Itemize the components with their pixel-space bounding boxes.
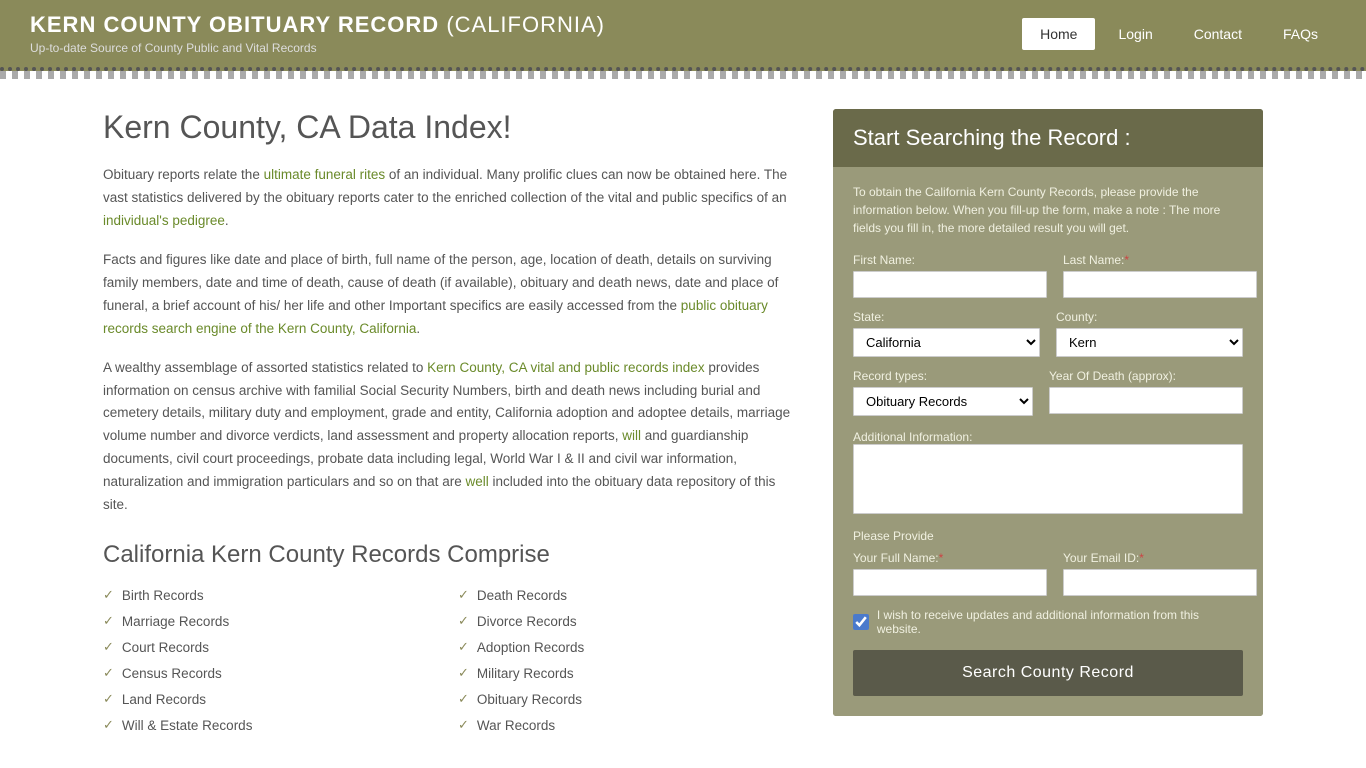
list-item: ✓Land Records: [103, 689, 438, 709]
list-item: ✓Death Records: [458, 585, 793, 605]
check-icon: ✓: [458, 691, 469, 707]
search-form-box: Start Searching the Record : To obtain t…: [833, 109, 1263, 716]
list-item: ✓ Obituary Records: [458, 689, 793, 709]
last-name-group: Last Name:*: [1063, 253, 1257, 298]
check-icon: ✓: [458, 665, 469, 681]
check-icon: ✓: [458, 717, 469, 733]
last-name-label: Last Name:*: [1063, 253, 1257, 267]
first-name-label: First Name:: [853, 253, 1047, 267]
intro-para2: Facts and figures like date and place of…: [103, 249, 793, 341]
section-title: California Kern County Records Comprise: [103, 541, 793, 569]
list-item: ✓Military Records: [458, 663, 793, 683]
contact-row: Your Full Name:* Your Email ID:*: [853, 551, 1243, 596]
header-branding: KERN COUNTY OBITUARY RECORD (CALIFORNIA)…: [30, 12, 605, 55]
search-form-header: Start Searching the Record :: [833, 109, 1263, 167]
search-form-title: Start Searching the Record :: [853, 125, 1243, 151]
email-group: Your Email ID:*: [1063, 551, 1257, 596]
link-vital-records[interactable]: Kern County, CA vital and public records…: [427, 360, 704, 375]
county-label: County:: [1056, 310, 1243, 324]
site-header: KERN COUNTY OBITUARY RECORD (CALIFORNIA)…: [0, 0, 1366, 71]
newsletter-checkbox[interactable]: [853, 614, 869, 630]
check-icon: ✓: [103, 665, 114, 681]
site-title: KERN COUNTY OBITUARY RECORD (CALIFORNIA): [30, 12, 605, 38]
intro-para1: Obituary reports relate the ultimate fun…: [103, 164, 793, 233]
list-item: ✓Marriage Records: [103, 611, 438, 631]
header-divider: [0, 71, 1366, 79]
last-name-required: *: [1124, 253, 1129, 267]
list-item: ✓Census Records: [103, 663, 438, 683]
link-search-engine[interactable]: public obituary records search engine of…: [103, 298, 768, 336]
divorce-records-label: Divorce Records: [477, 614, 577, 629]
link-pedigree[interactable]: individual's pedigree: [103, 213, 225, 228]
additional-info-label: Additional Information:: [853, 430, 972, 444]
year-of-death-group: Year Of Death (approx):: [1049, 369, 1243, 416]
name-row: First Name: Last Name:*: [853, 253, 1243, 298]
page-title: Kern County, CA Data Index!: [103, 109, 793, 146]
check-icon: ✓: [458, 639, 469, 655]
list-item: ✓ Divorce Records: [458, 611, 793, 631]
check-icon: ✓: [103, 639, 114, 655]
list-item: ✓War Records: [458, 715, 793, 735]
obituary-records-label: Obituary Records: [477, 692, 582, 707]
main-content: Kern County, CA Data Index! Obituary rep…: [83, 79, 1283, 765]
record-type-label: Record types:: [853, 369, 1033, 383]
county-select[interactable]: Kern Los Angeles San Diego Fresno: [1056, 328, 1243, 357]
full-name-label: Your Full Name:*: [853, 551, 1047, 565]
records-list: ✓Birth Records ✓Death Records ✓Marriage …: [103, 585, 793, 735]
list-item: ✓Birth Records: [103, 585, 438, 605]
site-tagline: Up-to-date Source of County Public and V…: [30, 41, 605, 55]
state-select[interactable]: California Texas New York Florida: [853, 328, 1040, 357]
check-icon: ✓: [103, 613, 114, 629]
list-item: ✓Adoption Records: [458, 637, 793, 657]
list-item: ✓ Will & Estate Records: [103, 715, 438, 735]
search-county-record-button[interactable]: Search County Record: [853, 650, 1243, 696]
year-of-death-label: Year Of Death (approx):: [1049, 369, 1243, 383]
full-name-group: Your Full Name:*: [853, 551, 1047, 596]
link-well[interactable]: well: [465, 474, 488, 489]
additional-info-group: Additional Information:: [853, 428, 1243, 517]
state-county-row: State: California Texas New York Florida…: [853, 310, 1243, 357]
check-icon: ✓: [103, 587, 114, 603]
intro-para3: A wealthy assemblage of assorted statist…: [103, 357, 793, 518]
nav-home[interactable]: Home: [1022, 18, 1095, 50]
list-item: ✓Court Records: [103, 637, 438, 657]
link-ultimate[interactable]: ultimate funeral rites: [264, 167, 386, 182]
first-name-group: First Name:: [853, 253, 1047, 298]
check-icon: ✓: [103, 717, 114, 733]
right-panel: Start Searching the Record : To obtain t…: [833, 109, 1263, 735]
record-year-row: Record types: Obituary Records Birth Rec…: [853, 369, 1243, 416]
check-icon: ✓: [458, 587, 469, 603]
email-label: Your Email ID:*: [1063, 551, 1257, 565]
records-label: Will & Estate Records: [122, 718, 253, 733]
main-nav: Home Login Contact FAQs: [1022, 18, 1336, 50]
nav-faqs[interactable]: FAQs: [1265, 18, 1336, 50]
newsletter-label: I wish to receive updates and additional…: [877, 608, 1243, 636]
check-icon: ✓: [458, 613, 469, 629]
left-panel: Kern County, CA Data Index! Obituary rep…: [103, 109, 793, 735]
first-name-input[interactable]: [853, 271, 1047, 298]
newsletter-checkbox-row: I wish to receive updates and additional…: [853, 608, 1243, 636]
state-label: State:: [853, 310, 1040, 324]
record-type-group: Record types: Obituary Records Birth Rec…: [853, 369, 1033, 416]
full-name-input[interactable]: [853, 569, 1047, 596]
email-input[interactable]: [1063, 569, 1257, 596]
county-group: County: Kern Los Angeles San Diego Fresn…: [1056, 310, 1243, 357]
nav-contact[interactable]: Contact: [1176, 18, 1260, 50]
additional-info-input[interactable]: [853, 444, 1243, 514]
nav-login[interactable]: Login: [1100, 18, 1170, 50]
please-provide-label: Please Provide: [853, 529, 1243, 543]
check-icon: ✓: [103, 691, 114, 707]
last-name-input[interactable]: [1063, 271, 1257, 298]
record-type-select[interactable]: Obituary Records Birth Records Death Rec…: [853, 387, 1033, 416]
link-will[interactable]: will: [622, 428, 641, 443]
state-group: State: California Texas New York Florida: [853, 310, 1040, 357]
search-description: To obtain the California Kern County Rec…: [853, 183, 1243, 237]
year-of-death-input[interactable]: [1049, 387, 1243, 414]
search-form-body: To obtain the California Kern County Rec…: [833, 167, 1263, 716]
